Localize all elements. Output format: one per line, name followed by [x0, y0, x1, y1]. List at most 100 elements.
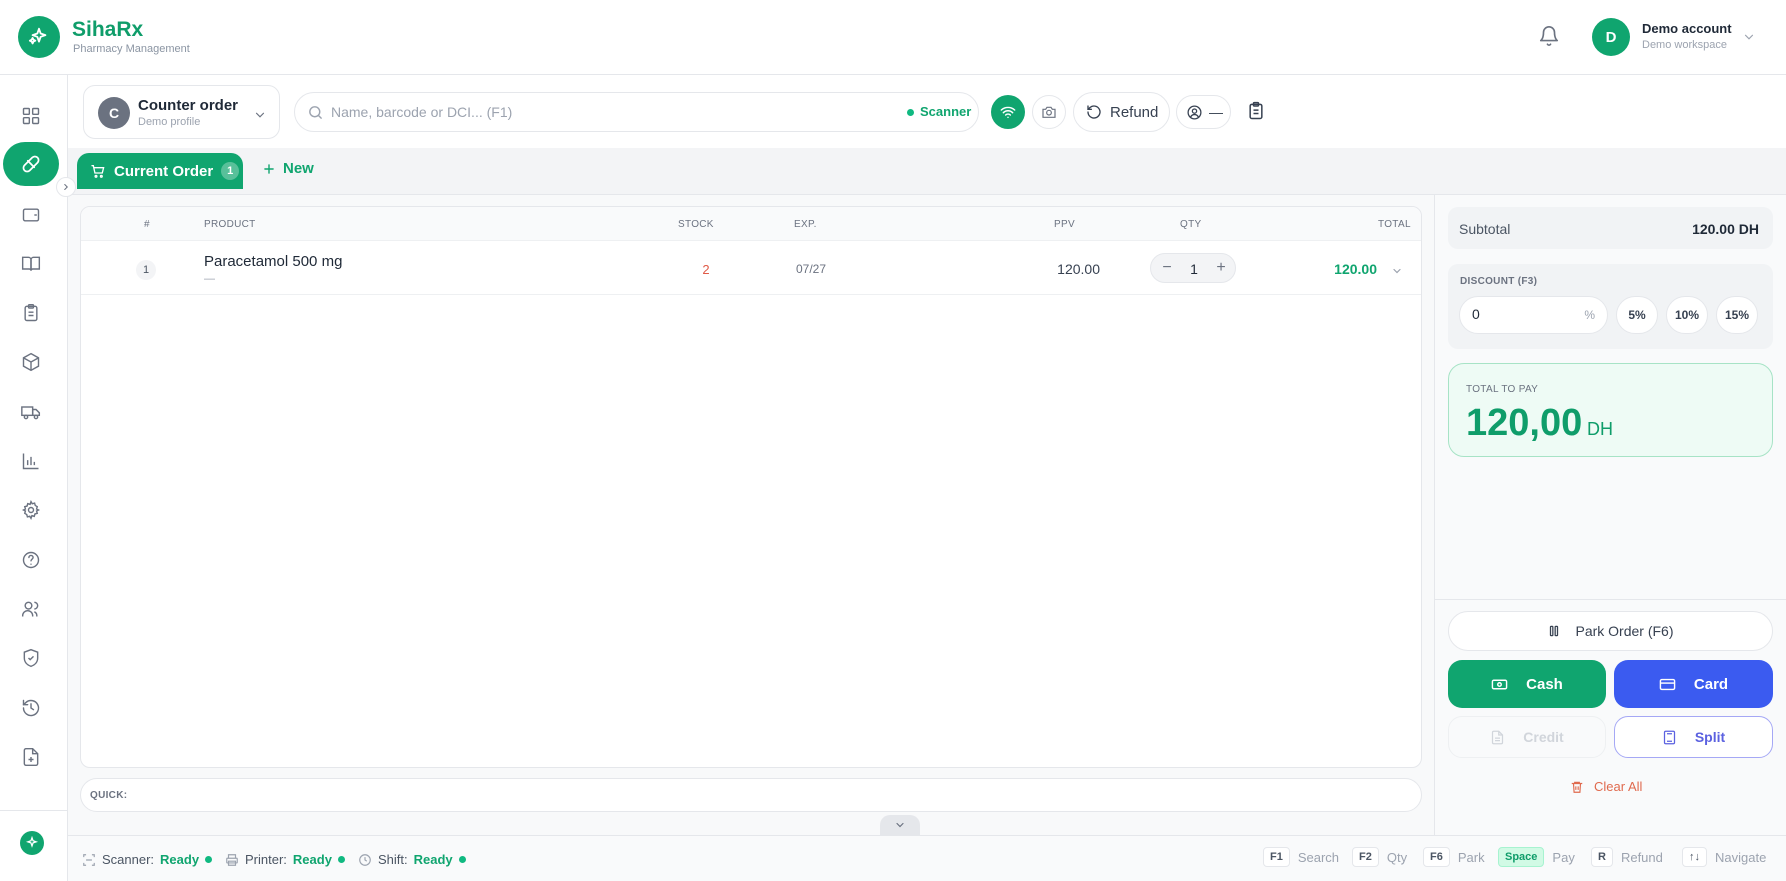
pay-cash-button[interactable]: Cash	[1448, 660, 1606, 708]
refund-button[interactable]: Refund	[1073, 92, 1170, 132]
qty-decrement-button[interactable]: −	[1159, 260, 1175, 276]
pay-split-button[interactable]: Split	[1614, 716, 1773, 758]
app-logo[interactable]	[18, 16, 60, 58]
order-select-chevron	[253, 108, 267, 122]
shortcut-navigate: ↑↓ Navigate	[1682, 847, 1766, 867]
col-ppv-header: PPV	[1054, 219, 1075, 230]
qty-value[interactable]: 1	[1181, 261, 1207, 277]
shortcut-label: Refund	[1620, 849, 1663, 865]
clipboard-list-icon	[1249, 101, 1263, 120]
discount-preset-10-button[interactable]: 10%	[1666, 296, 1708, 334]
total-amount: 120,00	[1466, 402, 1583, 444]
clipboard-icon	[24, 303, 38, 322]
sidebar-item-deliveries[interactable]	[20, 401, 42, 423]
sidebar-item-documents[interactable]	[20, 746, 42, 768]
pay-cash-label: Cash	[1526, 675, 1563, 693]
order-profile-select[interactable]: C Counter order Demo profile	[83, 85, 280, 139]
actions-divider	[1435, 599, 1786, 600]
notifications-button[interactable]	[1538, 25, 1560, 47]
table-row[interactable]: 1 Paracetamol 500 mg — 2 07/27 120.00 − …	[81, 241, 1421, 295]
customer-button[interactable]: —	[1176, 95, 1231, 129]
park-order-button[interactable]: Park Order (F6)	[1448, 611, 1773, 651]
subtotal-label: Subtotal	[1459, 221, 1511, 237]
table-header: # PRODUCT STOCK EXP. PPV QTY TOTAL	[81, 207, 1421, 241]
row-expiry: 07/27	[795, 262, 827, 276]
gear-icon	[21, 500, 41, 520]
app-subtitle: Pharmacy Management	[73, 43, 190, 55]
pay-split-label: Split	[1694, 729, 1726, 745]
calculator-icon	[1663, 730, 1675, 744]
clear-all-button[interactable]: Clear All	[1570, 779, 1642, 794]
app-name: SihaRx	[72, 18, 144, 41]
product-search: Scanner	[294, 92, 979, 132]
sidebar-item-security[interactable]	[20, 647, 42, 669]
pay-card-button[interactable]: Card	[1614, 660, 1773, 708]
sidebar-item-prescriptions[interactable]	[20, 302, 42, 324]
sidebar-item-help[interactable]	[20, 549, 42, 571]
qty-increment-button[interactable]: +	[1213, 260, 1229, 276]
clear-all-label: Clear All	[1594, 779, 1643, 794]
order-title: Counter order	[138, 97, 239, 114]
search-input[interactable]	[331, 99, 871, 125]
shortcut-key: F6	[1423, 847, 1450, 867]
prescription-button[interactable]	[1246, 100, 1266, 122]
sidebar-item-catalog[interactable]	[20, 253, 42, 275]
scanner-status-dot	[907, 109, 914, 116]
shift-status-label: Shift:	[378, 852, 408, 867]
shift-status-dot	[458, 856, 466, 863]
sidebar-item-dashboard[interactable]	[20, 105, 42, 127]
discount-label: DISCOUNT (F3)	[1460, 276, 1538, 287]
scanner-status-label: Scanner:	[102, 852, 155, 867]
clock-icon	[359, 853, 371, 866]
scanner-status-dot	[205, 856, 213, 863]
sidebar-item-wallet[interactable]	[20, 204, 42, 226]
sidebar-expand-toggle[interactable]	[56, 177, 76, 197]
sidebar-footer-logo[interactable]	[20, 831, 44, 855]
total-to-pay-card: TOTAL TO PAY 120,00 DH	[1448, 363, 1773, 457]
account-menu-chevron[interactable]	[1742, 30, 1756, 44]
sidebar-item-history[interactable]	[20, 697, 42, 719]
shift-status-value: Ready	[413, 852, 453, 867]
account-name[interactable]: Demo account	[1642, 21, 1732, 36]
discount-preset-5-button[interactable]: 5%	[1616, 296, 1658, 334]
sidebar-item-settings[interactable]	[20, 499, 42, 521]
sidebar-item-pos[interactable]	[3, 142, 59, 186]
shortcut-key: ↑↓	[1682, 847, 1707, 867]
chevron-right-icon	[64, 183, 68, 191]
shortcut-label: Pay	[1552, 849, 1575, 865]
scanner-connect-button[interactable]	[991, 95, 1025, 129]
app-header: SihaRx Pharmacy Management D Demo accoun…	[0, 0, 1786, 75]
sidebar-item-inventory[interactable]	[20, 351, 42, 373]
row-expand-button[interactable]	[1391, 265, 1403, 277]
camera-scan-button[interactable]	[1032, 95, 1066, 129]
banknote-icon	[1491, 679, 1508, 689]
pay-credit-button[interactable]: Credit	[1448, 716, 1606, 758]
pay-credit-label: Credit	[1523, 729, 1564, 745]
shortcut-label: Search	[1297, 849, 1340, 865]
plus-icon	[264, 163, 274, 174]
col-product-header: PRODUCT	[204, 219, 256, 230]
tab-current-order[interactable]: Current Order 1	[77, 153, 243, 189]
file-plus-icon	[23, 747, 39, 767]
sidebar-item-users[interactable]	[20, 598, 42, 620]
park-order-label: Park Order (F6)	[1575, 623, 1674, 639]
discount-input[interactable]	[1472, 306, 1572, 322]
quick-products-bar: QUICK:	[80, 778, 1422, 812]
shortcut-key: F1	[1263, 847, 1290, 867]
users-icon	[21, 601, 39, 617]
new-order-tab-button[interactable]: New	[262, 160, 314, 177]
shortcut-search: F1 Search	[1263, 847, 1339, 867]
scanner-status-value: Ready	[160, 852, 200, 867]
printer-status-dot	[337, 856, 345, 863]
quantity-stepper: − 1 +	[1150, 253, 1236, 283]
shortcut-key: R	[1591, 847, 1613, 867]
discount-preset-15-button[interactable]: 15%	[1716, 296, 1758, 334]
bar-chart-icon	[22, 453, 39, 470]
quick-bar-collapse-handle[interactable]	[880, 815, 920, 835]
sidebar-item-reports[interactable]	[20, 450, 42, 472]
new-order-label: New	[283, 160, 314, 177]
bell-icon	[1539, 26, 1559, 46]
shortcut-label: Park	[1457, 849, 1485, 865]
printer-status-label: Printer:	[245, 852, 287, 867]
account-avatar[interactable]: D	[1592, 18, 1630, 56]
